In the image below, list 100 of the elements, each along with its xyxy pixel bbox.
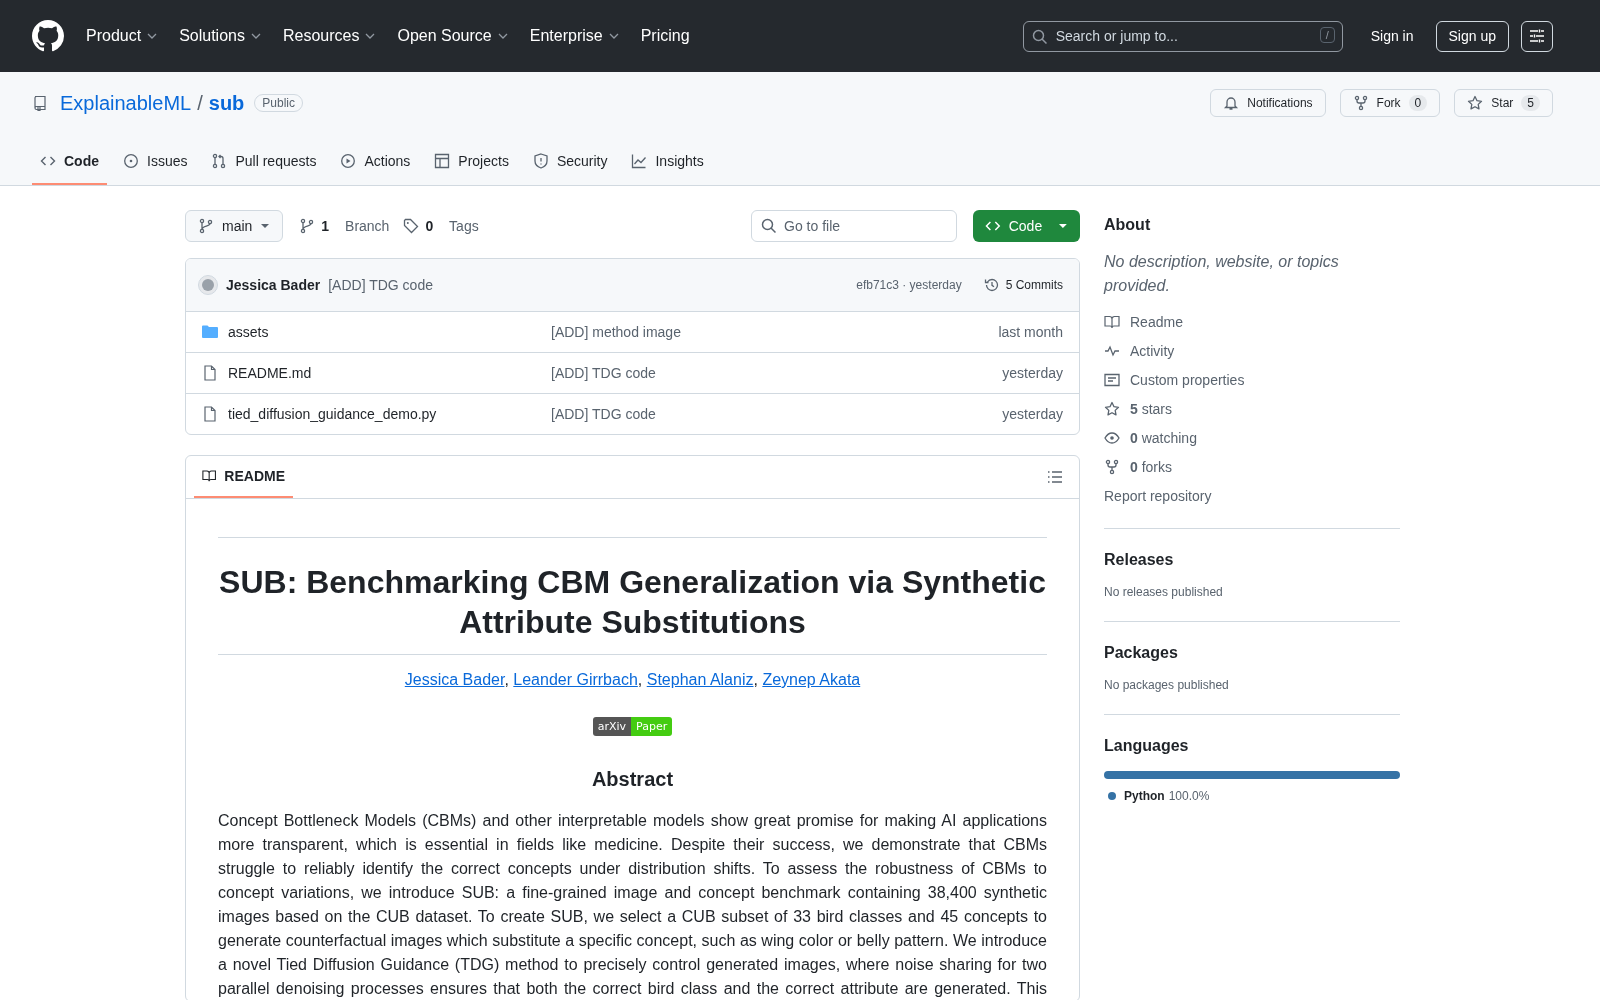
author-separator: , bbox=[637, 671, 643, 688]
author-link[interactable]: Stephan Alaniz bbox=[646, 671, 754, 688]
commits-link[interactable]: 5 Commits bbox=[983, 277, 1063, 293]
sidebar-link[interactable]: 5 stars bbox=[1104, 399, 1400, 419]
sign-up-button[interactable]: Sign up bbox=[1435, 20, 1509, 52]
author-link[interactable]: Jessica Bader bbox=[404, 671, 505, 688]
folder-icon bbox=[202, 324, 218, 340]
graph-icon bbox=[631, 153, 648, 169]
file-commit-time: yesterday bbox=[1002, 365, 1063, 381]
sign-in-link[interactable]: Sign in bbox=[1370, 28, 1414, 44]
releases-heading[interactable]: Releases bbox=[1104, 551, 1400, 569]
commit-message[interactable]: [ADD] TDG code bbox=[328, 277, 433, 293]
fork-icon bbox=[1104, 459, 1120, 475]
commit-author[interactable]: Jessica Bader bbox=[226, 277, 321, 293]
file-commit-time: yesterday bbox=[1002, 406, 1063, 422]
repo-tab[interactable]: Security bbox=[524, 153, 616, 185]
count-badge: 5 bbox=[1521, 95, 1540, 111]
repo-tab[interactable]: Actions bbox=[332, 153, 419, 185]
repo-tab[interactable]: Insights bbox=[623, 153, 712, 185]
file-name-link[interactable]: README.md bbox=[228, 365, 551, 381]
nav-menu-item[interactable]: Enterprise bbox=[529, 27, 619, 45]
commit-hash-time[interactable]: efb71c3 · yesterday bbox=[856, 278, 962, 292]
file-icon bbox=[202, 365, 218, 381]
branches-link[interactable]: 1 Branch bbox=[299, 218, 390, 234]
caret-icon bbox=[1058, 223, 1068, 229]
author-separator: , bbox=[753, 671, 758, 688]
branch-selector[interactable]: main bbox=[185, 210, 284, 242]
author-link[interactable]: Zeynep Akata bbox=[762, 671, 861, 688]
history-icon bbox=[983, 277, 1000, 293]
path-separator: / bbox=[197, 91, 203, 115]
author-separator: , bbox=[504, 671, 509, 688]
sidebar-link[interactable]: Custom properties bbox=[1104, 370, 1400, 390]
notifications-button[interactable]: Notifications bbox=[1210, 89, 1326, 117]
file-icon bbox=[202, 406, 218, 422]
file-commit-message[interactable]: [ADD] TDG code bbox=[551, 365, 1003, 381]
fork-icon bbox=[1352, 95, 1369, 111]
tag-icon bbox=[403, 218, 420, 234]
issue-icon bbox=[123, 153, 139, 169]
star-button[interactable]: Star 5 bbox=[1454, 89, 1553, 117]
file-name-link[interactable]: tied_diffusion_guidance_demo.py bbox=[228, 406, 551, 422]
tags-link[interactable]: 0 Tags bbox=[403, 218, 479, 234]
caret-icon bbox=[260, 223, 271, 229]
shortcut-key: / bbox=[1319, 26, 1335, 43]
readme-title: SUB: Benchmarking CBM Generalization via Synthetic Attribute Substitutions bbox=[218, 562, 1047, 655]
star-icon bbox=[1104, 401, 1120, 417]
code-button[interactable]: Code bbox=[973, 210, 1080, 242]
nav-menu-item[interactable]: Solutions bbox=[179, 27, 261, 45]
play-icon bbox=[340, 153, 357, 169]
readme-tab[interactable]: README bbox=[194, 456, 293, 498]
packages-note: No packages published bbox=[1104, 678, 1230, 692]
repo-icon bbox=[32, 95, 48, 111]
settings-button[interactable] bbox=[1521, 20, 1553, 52]
repo-tab[interactable]: Code bbox=[32, 153, 107, 185]
repo-tab[interactable]: Issues bbox=[115, 153, 196, 185]
owner-link[interactable]: ExplainableML bbox=[60, 91, 192, 115]
go-to-file-field[interactable]: Go to file bbox=[751, 210, 957, 242]
table-icon bbox=[434, 153, 451, 169]
nav-menu-item[interactable]: Open Source bbox=[397, 27, 508, 45]
sidebar-link[interactable]: 0 forks bbox=[1104, 457, 1400, 477]
sidebar-link[interactable]: Activity bbox=[1104, 341, 1400, 361]
languages-heading: Languages bbox=[1104, 737, 1190, 755]
repo-tab[interactable]: Projects bbox=[426, 153, 517, 185]
author-link[interactable]: Leander Girrbach bbox=[513, 671, 638, 688]
sliders-icon bbox=[1529, 28, 1545, 44]
nav-menu-item[interactable]: Resources bbox=[282, 27, 376, 45]
packages-heading[interactable]: Packages bbox=[1104, 644, 1400, 662]
book-icon bbox=[1104, 314, 1120, 330]
star-icon bbox=[1467, 95, 1484, 111]
repo-name-link[interactable]: sub bbox=[208, 91, 245, 115]
about-description: No description, website, or topics provided. bbox=[1104, 252, 1340, 296]
file-commit-message[interactable]: [ADD] TDG code bbox=[551, 406, 1003, 422]
outline-menu-icon[interactable] bbox=[1047, 469, 1063, 485]
note-icon bbox=[1104, 372, 1120, 388]
file-commit-message[interactable]: [ADD] method image bbox=[551, 324, 999, 340]
bell-icon bbox=[1223, 95, 1240, 111]
sidebar-link[interactable]: 0 watching bbox=[1104, 428, 1400, 448]
search-icon bbox=[1031, 28, 1048, 45]
pulse-icon bbox=[1104, 343, 1120, 359]
shield-icon bbox=[532, 153, 549, 169]
eye-icon bbox=[1104, 430, 1120, 446]
sidebar-link[interactable]: Readme bbox=[1104, 312, 1400, 332]
book-icon bbox=[202, 468, 217, 484]
abstract-heading: Abstract bbox=[590, 768, 675, 791]
fork-button[interactable]: Fork 0 bbox=[1339, 89, 1441, 117]
avatar-icon bbox=[198, 275, 218, 295]
file-commit-time: last month bbox=[998, 324, 1063, 340]
nav-menu-item[interactable]: Pricing bbox=[640, 27, 690, 45]
branch-icon bbox=[198, 218, 214, 234]
releases-note: No releases published bbox=[1104, 585, 1224, 599]
sidebar-link[interactable]: Report repository bbox=[1104, 486, 1400, 506]
abstract-paragraph: Concept Bottleneck Models (CBMs) and other interpretable models show great promise for making AI applications more transparent, which is essential in fields like medicine. Despite their success, we demonstrate that CBMs struggle to reliably identify the correct concepts under distribution shifts. To assess the robustness of CBMs to concept variations, we introduce SUB: a fine-grained image and concept benchmark containing 38,400 synthetic images based on the CUB dataset. To create SUB, we select a CUB subset of 33 bird classes and 45 concepts to generate counterfactual images which substitute a specific concept, such as wing color or belly pattern. We introduce a novel Tied Diffusion Guidance (TDG) method to precisely control generated images, where noise sharing for two parallel denoising processes ensures that both the correct bird class and the correct attribute are generated. This bbox=[218, 811, 1047, 999]
search-icon bbox=[761, 218, 777, 234]
repo-tab[interactable]: Pull requests bbox=[203, 153, 325, 185]
nav-menu-item[interactable]: Product bbox=[86, 27, 158, 45]
file-name-link[interactable]: assets bbox=[228, 324, 551, 340]
branch-icon bbox=[299, 218, 316, 234]
language-percent: 100.0% bbox=[1168, 789, 1210, 803]
language-name: Python bbox=[1124, 789, 1165, 803]
about-heading: About bbox=[1104, 216, 1152, 234]
logo-icon[interactable] bbox=[32, 20, 64, 52]
